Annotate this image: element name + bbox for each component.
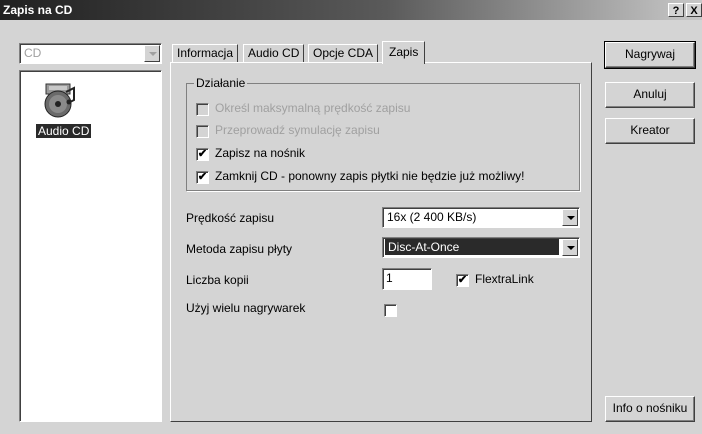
write-to-disc-label: Zapisz na nośnik bbox=[215, 146, 306, 160]
tab-audio-cd[interactable]: Audio CD bbox=[243, 44, 305, 63]
list-item-audio-cd[interactable]: Audio CD bbox=[36, 124, 92, 138]
write-method-label: Metoda zapisu płyty bbox=[186, 242, 293, 256]
copies-label: Liczba kopii bbox=[186, 273, 249, 287]
simulate-checkbox[interactable] bbox=[196, 125, 209, 138]
help-button[interactable]: ? bbox=[668, 3, 684, 17]
flextralink-checkbox[interactable]: ✔ bbox=[456, 274, 469, 287]
max-speed-checkbox[interactable] bbox=[196, 103, 209, 116]
chevron-down-icon[interactable] bbox=[144, 45, 160, 62]
write-speed-value: 16x (2 400 KB/s) bbox=[387, 210, 477, 224]
write-method-combo[interactable]: Disc-At-Once bbox=[382, 237, 580, 258]
cancel-button[interactable]: Anuluj bbox=[605, 82, 695, 108]
write-to-disc-checkbox[interactable]: ✔ bbox=[196, 148, 209, 161]
wizard-button[interactable]: Kreator bbox=[605, 118, 695, 144]
media-info-button[interactable]: Info o nośniku bbox=[605, 396, 695, 422]
chevron-down-icon[interactable] bbox=[562, 239, 578, 256]
write-method-value: Disc-At-Once bbox=[385, 239, 559, 255]
tab-opcje-cda[interactable]: Opcje CDA bbox=[308, 44, 379, 63]
recorder-type-value: CD bbox=[24, 46, 42, 60]
burn-button[interactable]: Nagrywaj bbox=[604, 41, 696, 69]
burn-dialog: Zapis na CD ? X CD Audio CD Informacja A… bbox=[0, 0, 702, 434]
action-group-title: Działanie bbox=[194, 76, 248, 90]
title-bar: Zapis na CD ? X bbox=[0, 0, 702, 20]
copies-input[interactable]: 1 bbox=[382, 268, 432, 290]
close-button[interactable]: X bbox=[686, 3, 702, 17]
simulate-label: Przeprowadź symulację zapisu bbox=[215, 123, 380, 137]
window-title: Zapis na CD bbox=[3, 3, 73, 17]
max-speed-label: Określ maksymalną prędkość zapisu bbox=[215, 101, 411, 115]
flextralink-label: FlextraLink bbox=[475, 272, 534, 286]
compilation-type-list[interactable] bbox=[19, 70, 162, 422]
multi-recorder-label: Użyj wielu nagrywarek bbox=[186, 301, 306, 315]
finalize-cd-checkbox[interactable]: ✔ bbox=[196, 171, 209, 184]
audio-cd-icon[interactable] bbox=[40, 82, 76, 118]
recorder-type-combo[interactable]: CD bbox=[19, 43, 162, 64]
chevron-down-icon[interactable] bbox=[562, 209, 578, 226]
finalize-cd-label: Zamknij CD - ponowny zapis płytki nie bę… bbox=[215, 169, 525, 183]
write-speed-label: Prędkość zapisu bbox=[186, 211, 275, 225]
tab-zapis[interactable]: Zapis bbox=[382, 41, 426, 64]
multi-recorder-checkbox[interactable] bbox=[384, 304, 397, 317]
copies-value: 1 bbox=[386, 271, 393, 285]
write-speed-combo[interactable]: 16x (2 400 KB/s) bbox=[382, 207, 580, 228]
tab-informacja[interactable]: Informacja bbox=[172, 44, 239, 63]
